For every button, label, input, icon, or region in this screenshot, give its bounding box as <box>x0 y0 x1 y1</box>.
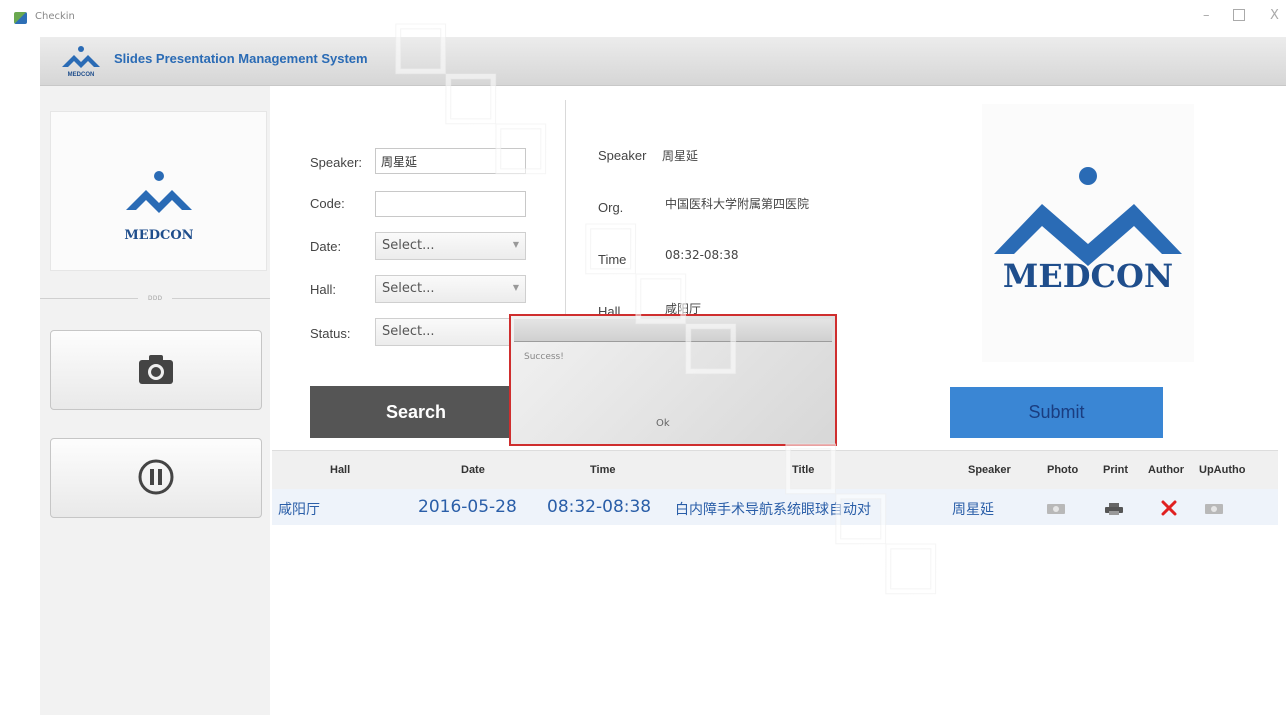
app-title: Slides Presentation Management System <box>114 51 368 66</box>
detail-speaker-value: 周星延 <box>662 149 699 163</box>
cell-title: 白内障手术导航系统眼球自动对 <box>675 502 871 518</box>
divider-label: ᴅᴅᴅ <box>138 291 172 305</box>
detail-time-value: 08:32-08:38 <box>665 248 739 262</box>
speaker-input[interactable] <box>375 148 526 174</box>
status-select-value: Select... <box>382 324 435 339</box>
cell-time: 08:32-08:38 <box>547 497 652 517</box>
column-header-print[interactable]: Print <box>1103 464 1128 476</box>
cell-speaker: 周星延 <box>952 502 994 518</box>
column-header-photo[interactable]: Photo <box>1047 464 1078 476</box>
cell-hall: 咸阳厅 <box>278 502 320 518</box>
dialog-message: Success! <box>524 352 564 362</box>
submit-button[interactable]: Submit <box>950 387 1163 438</box>
maximize-icon[interactable] <box>1233 9 1245 21</box>
status-select[interactable]: Select...▼ <box>375 318 526 346</box>
column-header-date[interactable]: Date <box>461 464 485 476</box>
x-icon[interactable] <box>1161 500 1177 516</box>
code-input[interactable] <box>375 191 526 217</box>
left-logo-box: MEDCON <box>50 111 267 271</box>
column-header-upauthor[interactable]: UpAutho <box>1199 464 1245 476</box>
right-logo-box: MEDCON <box>982 104 1194 362</box>
table-row[interactable]: 咸阳厅 2016-05-28 08:32-08:38 白内障手术导航系统眼球自动… <box>272 489 1278 525</box>
column-header-speaker[interactable]: Speaker <box>968 464 1011 476</box>
date-label: Date: <box>310 239 342 254</box>
cell-date: 2016-05-28 <box>418 497 517 517</box>
medcon-logo-icon: MEDCON <box>994 167 1182 295</box>
date-select[interactable]: Select... ▼ <box>375 232 526 260</box>
column-header-title[interactable]: Title <box>792 464 814 476</box>
column-header-author[interactable]: Author <box>1148 464 1184 476</box>
chevron-down-icon: ▼ <box>512 283 519 292</box>
detail-time-label: Time <box>598 252 627 267</box>
table-header: Hall Date Time Title Speaker Photo Print… <box>272 450 1278 490</box>
photo-icon[interactable] <box>1204 503 1224 515</box>
camera-icon <box>139 355 173 384</box>
window-title: Checkin <box>35 11 75 22</box>
date-select-value: Select... <box>382 238 435 253</box>
speaker-label: Speaker: <box>310 155 363 170</box>
pause-circle-icon <box>138 459 174 495</box>
hall-label: Hall: <box>310 282 337 297</box>
pause-button[interactable] <box>50 438 262 518</box>
printer-icon[interactable] <box>1105 503 1123 515</box>
ok-button[interactable]: Ok <box>656 418 670 429</box>
right-logo-text: MEDCON <box>1003 257 1173 295</box>
left-logo-text: MEDCON <box>124 228 193 243</box>
photo-icon[interactable] <box>1046 503 1066 515</box>
app-header: MEDCON Slides Presentation Management Sy… <box>40 37 1286 86</box>
chevron-down-icon: ▼ <box>512 240 519 249</box>
window-title-bar: Checkin – X <box>0 0 1286 36</box>
search-button[interactable]: Search <box>310 386 522 438</box>
detail-org-value: 中国医科大学附属第四医院 <box>665 197 810 211</box>
dialog-title-bar <box>514 319 832 342</box>
column-header-time[interactable]: Time <box>590 464 615 476</box>
camera-button[interactable] <box>50 330 262 410</box>
minimize-icon[interactable]: – <box>1203 8 1210 23</box>
detail-speaker-label: Speaker <box>598 148 647 163</box>
header-logo-text: MEDCON <box>68 72 95 78</box>
left-panel: MEDCON ᴅᴅᴅ <box>40 86 270 715</box>
code-label: Code: <box>310 196 345 211</box>
app-icon <box>14 12 27 24</box>
close-icon[interactable]: X <box>1270 8 1279 23</box>
status-label: Status: <box>310 326 351 341</box>
medcon-logo-icon: MEDCON <box>124 171 194 243</box>
medcon-logo-icon: MEDCON <box>62 46 100 78</box>
hall-select[interactable]: Select... ▼ <box>375 275 526 303</box>
detail-org-label: Org. <box>598 200 624 215</box>
success-dialog: Success! Ok <box>509 314 837 446</box>
hall-select-value: Select... <box>382 281 435 296</box>
column-header-hall[interactable]: Hall <box>330 464 350 476</box>
